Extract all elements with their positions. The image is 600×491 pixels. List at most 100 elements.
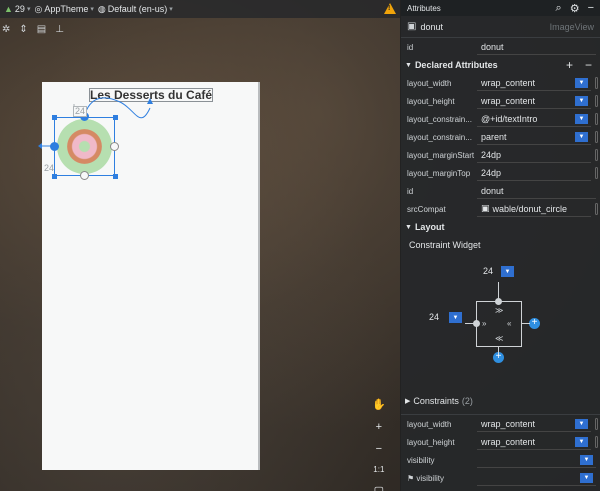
globe-icon: ◍: [97, 3, 106, 14]
locale-selector[interactable]: ◍ Default (en-us) ▾: [98, 4, 173, 15]
layout-tools: ✲ ⇕ ▤ ⊥: [0, 20, 90, 38]
section-title: Layout: [414, 222, 445, 232]
dropdown-icon[interactable]: ▼: [575, 95, 588, 106]
declared-attributes-header[interactable]: ▼ Declared Attributes + −: [401, 56, 600, 74]
attr-value[interactable]: @+id/textIntro ▼: [477, 111, 591, 127]
bottom-anchor[interactable]: [80, 171, 89, 180]
dropdown-icon[interactable]: ▼: [580, 454, 593, 465]
id-field[interactable]: donut: [477, 39, 596, 55]
magic-wand-icon[interactable]: ✲: [2, 24, 10, 35]
theme-selector[interactable]: ◎ AppTheme ▾: [34, 4, 93, 15]
zoom-fit-icon[interactable]: ▢: [374, 484, 384, 491]
sbar: [595, 113, 598, 125]
add-attribute-icon[interactable]: +: [566, 58, 573, 72]
attr-name: layout_constrain...: [407, 114, 472, 124]
layout-attributes: layout_width wrap_content ▼ layout_height…: [401, 414, 600, 487]
dropdown-icon[interactable]: ▼: [575, 418, 588, 429]
add-end-constraint-icon[interactable]: +: [529, 318, 540, 329]
align-vertical-icon[interactable]: ⇕: [19, 24, 27, 35]
chevron-left-icon: «: [507, 319, 512, 328]
constraint-widget: 24 ▼ 24 ▼ ≫ ≪ » « + +: [401, 254, 600, 392]
resize-handle[interactable]: [52, 115, 57, 120]
flag-icon: ⚑: [407, 473, 415, 483]
top-margin-value[interactable]: 24: [483, 266, 493, 276]
attr-value[interactable]: 24dp: [477, 147, 591, 163]
end-anchor[interactable]: [110, 142, 119, 151]
api-level-selector[interactable]: ▲ 29 ▾: [4, 4, 30, 14]
attr-row: layout_width wrap_content ▼: [401, 74, 600, 92]
layout-section-header[interactable]: ▼ Layout: [401, 218, 600, 236]
expand-triangle-icon: ▶: [405, 398, 411, 405]
chevron-right-icon: »: [482, 319, 487, 328]
sbar: [595, 418, 598, 430]
warning-icon[interactable]: !: [384, 3, 396, 14]
end-line: [522, 323, 530, 324]
zoom-one-to-one[interactable]: 1:1: [373, 465, 384, 474]
attr-value[interactable]: ▣ wable/donut_circle: [477, 201, 591, 217]
start-anchor[interactable]: [50, 142, 59, 151]
left-handle[interactable]: [473, 320, 480, 327]
attr-name: layout_constrain...: [407, 132, 472, 142]
attr-name: ⚑ visibility: [407, 473, 444, 483]
attr-value[interactable]: wrap_content ▼: [477, 75, 591, 91]
api-level-label: 29: [14, 4, 25, 14]
top-handle[interactable]: [495, 298, 502, 305]
baseline-icon[interactable]: ⊥: [55, 24, 64, 35]
attr-value[interactable]: wrap_content ▼: [477, 416, 591, 432]
zoom-in-icon[interactable]: +: [376, 421, 382, 433]
attr-row: visibility ▼: [401, 451, 600, 469]
sbar: [595, 131, 598, 143]
attr-name: srcCompat: [407, 204, 446, 214]
attr-name: id: [407, 42, 414, 52]
search-icon[interactable]: ⌕: [556, 2, 562, 15]
attr-value[interactable]: wrap_content ▼: [477, 434, 591, 450]
top-margin-dropdown-icon[interactable]: ▼: [501, 266, 514, 277]
resize-handle[interactable]: [52, 174, 57, 179]
attr-row: layout_marginStart 24dp: [401, 146, 600, 164]
chevron-down-icon: ▾: [26, 6, 31, 13]
dropdown-icon[interactable]: ▼: [575, 77, 588, 88]
sbar: [595, 167, 598, 179]
theme-label: AppTheme: [44, 4, 89, 14]
resize-handle[interactable]: [113, 115, 118, 120]
attr-value[interactable]: 24dp: [477, 165, 591, 181]
left-margin-value[interactable]: 24: [429, 312, 439, 322]
dropdown-icon[interactable]: ▼: [575, 436, 588, 447]
component-row: ▣ donut ImageView: [401, 16, 600, 38]
dropdown-icon[interactable]: ▼: [575, 131, 588, 142]
margin-start-label: 24: [44, 163, 55, 173]
attr-name: layout_width: [407, 419, 452, 429]
android-icon: ▲: [4, 4, 13, 14]
attr-row: layout_constrain... parent ▼: [401, 128, 600, 146]
gear-icon[interactable]: ⚙: [570, 2, 580, 15]
constraints-section-header[interactable]: ▶ Constraints (2): [401, 392, 600, 410]
locale-label: Default (en-us): [107, 4, 168, 14]
attr-row: layout_height wrap_content ▼: [401, 92, 600, 110]
chevron-up-icon: ≪: [495, 334, 504, 343]
remove-attribute-icon[interactable]: −: [585, 58, 592, 72]
attr-value[interactable]: wrap_content ▼: [477, 93, 591, 109]
attr-value[interactable]: ▼: [477, 452, 596, 468]
attr-value[interactable]: parent ▼: [477, 129, 591, 145]
left-margin-dropdown-icon[interactable]: ▼: [449, 312, 462, 323]
section-title: Declared Attributes: [414, 60, 498, 70]
dropdown-icon[interactable]: ▼: [575, 113, 588, 124]
add-bottom-constraint-icon[interactable]: +: [493, 352, 504, 363]
collapse-triangle-icon: ▼: [405, 61, 412, 69]
attr-name: layout_width: [407, 78, 452, 88]
pack-icon[interactable]: ▤: [37, 24, 46, 35]
text-intro[interactable]: Les Desserts du Café: [89, 88, 213, 102]
bottom-line: [498, 347, 499, 353]
sbar: [595, 203, 598, 215]
minimize-icon[interactable]: −: [588, 2, 594, 15]
component-name: donut: [420, 21, 443, 32]
pan-hand-icon[interactable]: ✋: [372, 398, 386, 411]
attr-name: layout_marginStart: [407, 150, 475, 160]
zoom-out-icon[interactable]: −: [376, 443, 382, 455]
dropdown-icon[interactable]: ▼: [580, 472, 593, 483]
constraint-widget-label: Constraint Widget: [409, 240, 481, 250]
attr-value[interactable]: donut: [477, 183, 596, 199]
resize-handle[interactable]: [113, 174, 118, 179]
attr-value[interactable]: ▼: [477, 470, 596, 486]
image-icon: ▣: [481, 203, 490, 213]
